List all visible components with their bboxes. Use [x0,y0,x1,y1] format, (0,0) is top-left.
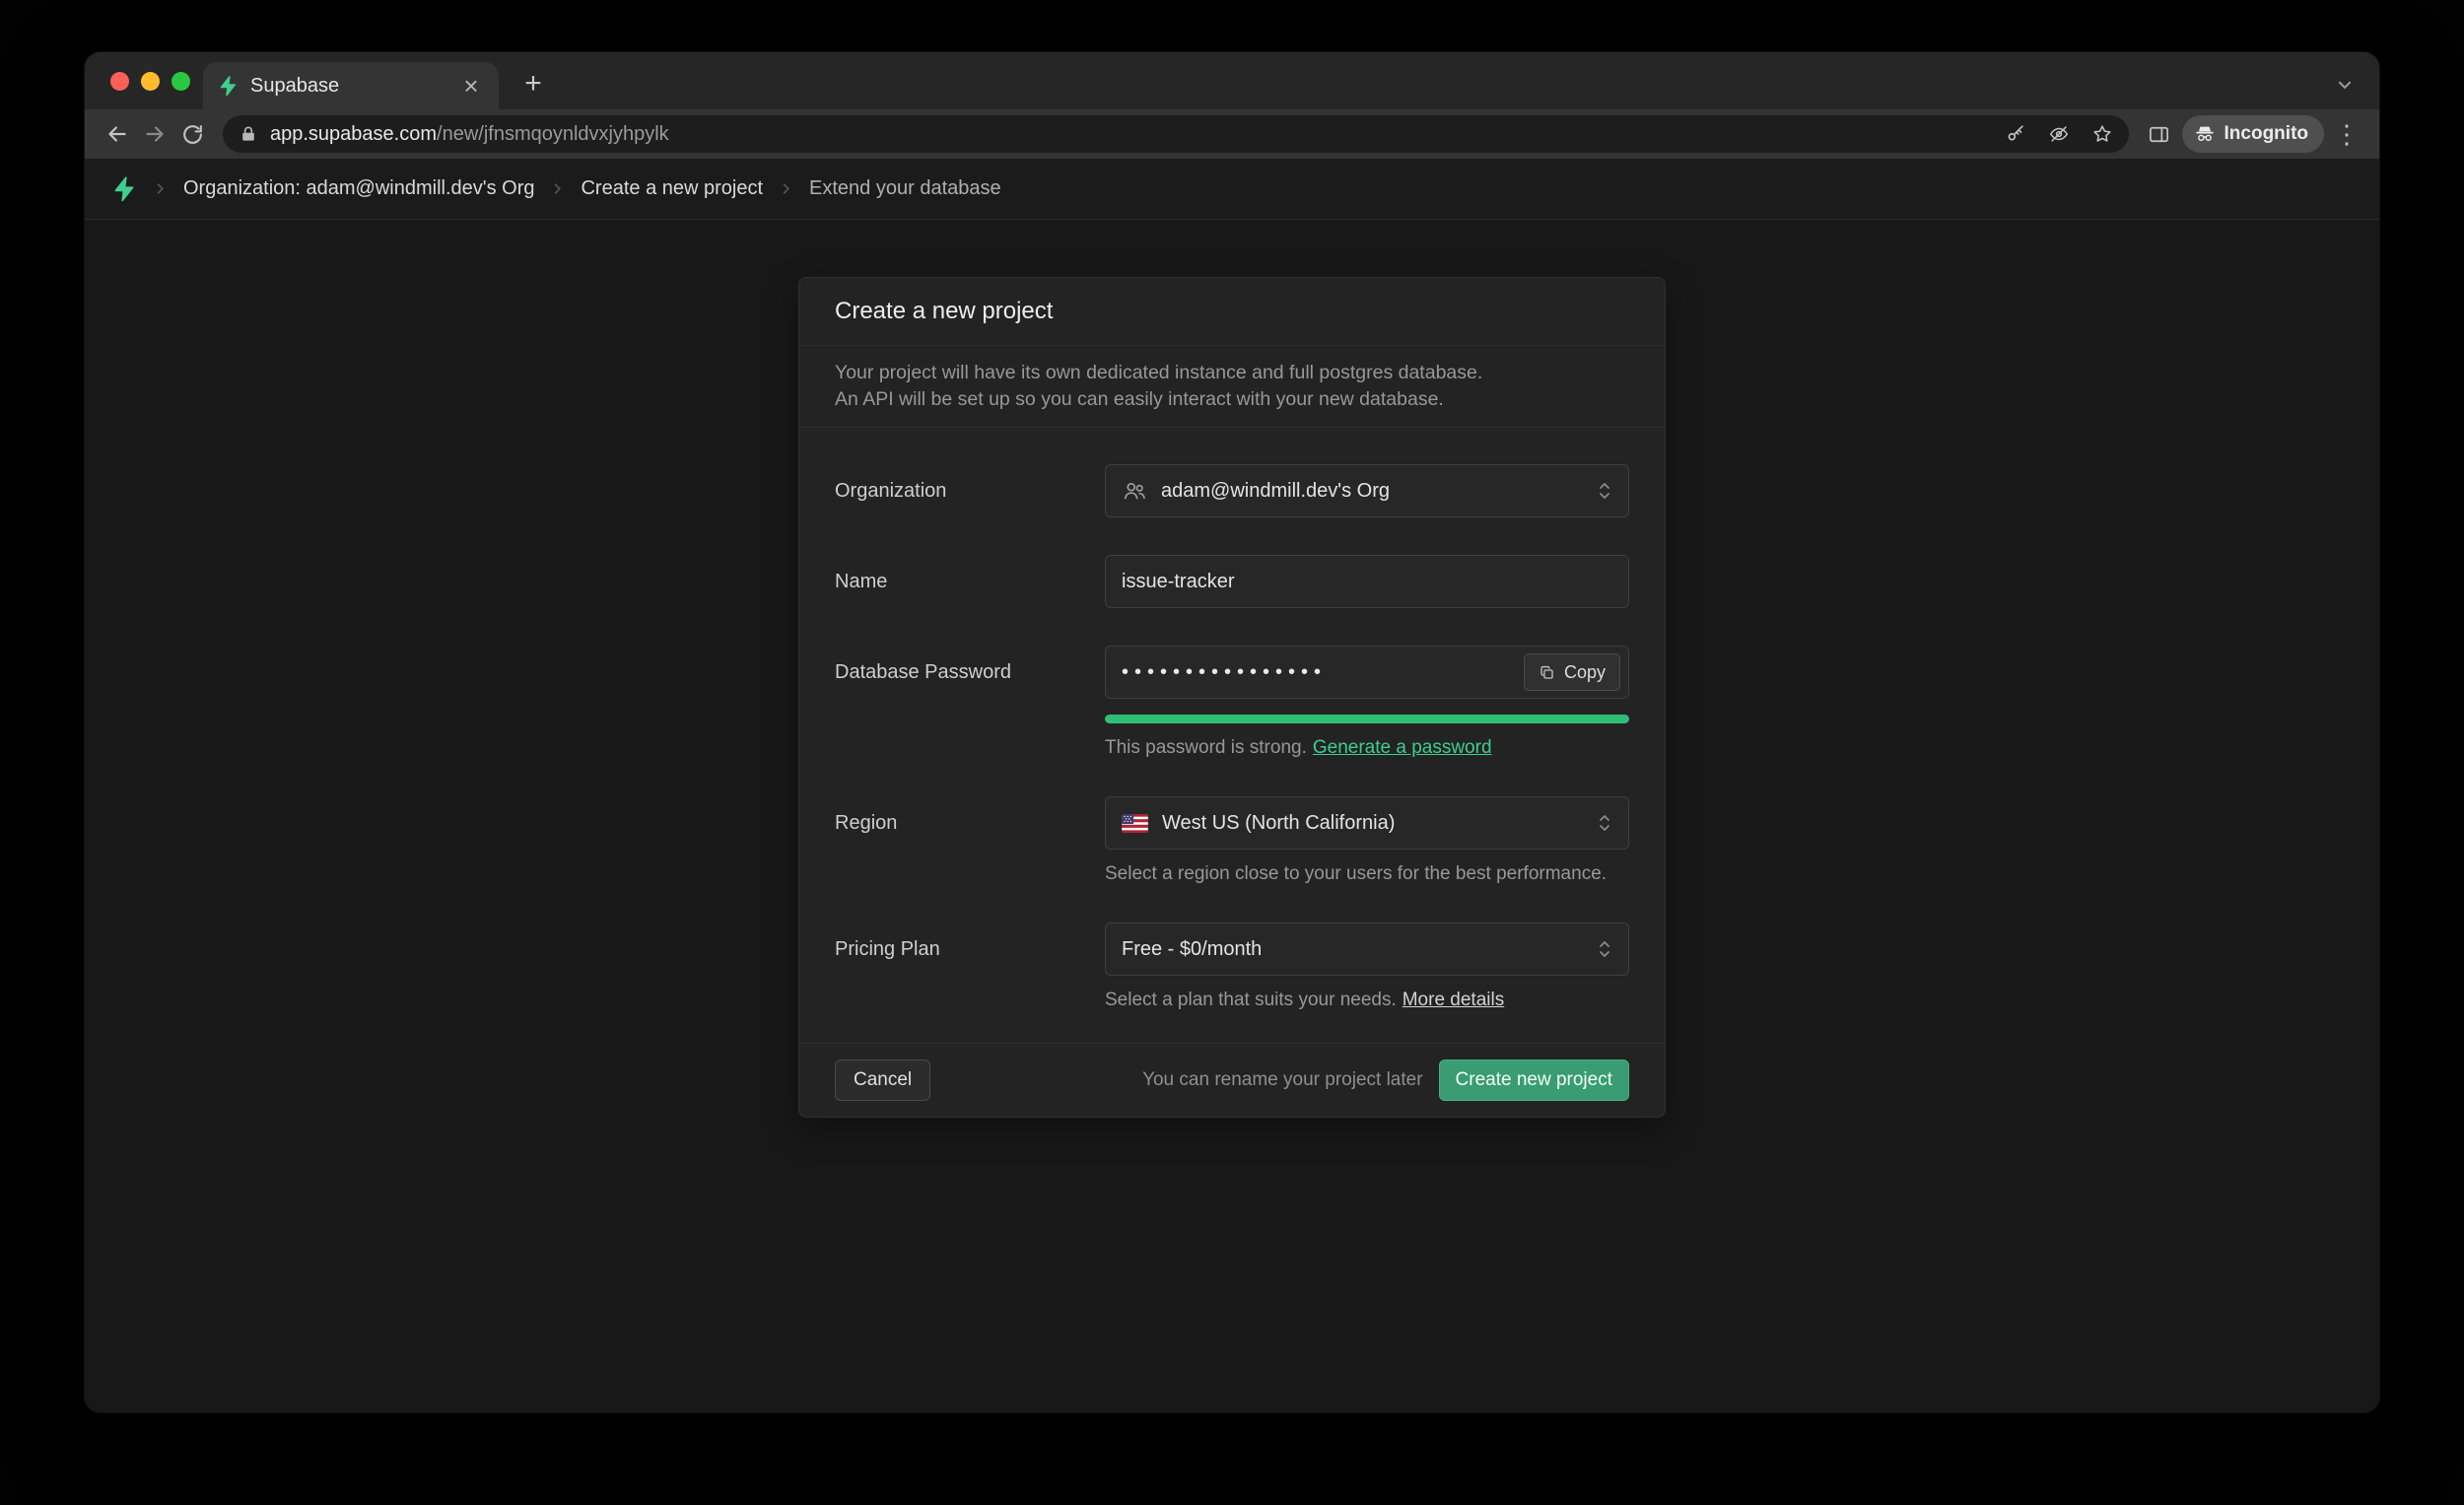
name-row: Name [835,555,1629,608]
incognito-label: Incognito [2224,123,2308,145]
organization-label: Organization [835,464,1105,517]
copy-icon [1539,664,1555,681]
url-text: app.supabase.com/new/jfnsmqoynldvxjyhpyl… [270,123,1997,146]
description-line-2: An API will be set up so you can easily … [835,386,1629,413]
more-details-link[interactable]: More details [1403,990,1505,1010]
select-chevrons-icon [1597,937,1612,961]
window-controls [110,52,190,109]
incognito-icon [2194,123,2216,145]
tab-title: Supabase [250,75,445,98]
supabase-favicon-icon [217,75,239,97]
breadcrumb-item-create-project[interactable]: Create a new project [581,177,763,200]
pricing-row: Pricing Plan Free - $0/month Select a pl… [835,923,1629,1011]
zoom-window-button[interactable] [171,72,190,91]
new-tab-button[interactable]: + [516,67,550,101]
project-form: Organization adam@windmill.dev's Org [799,428,1665,1011]
close-window-button[interactable] [110,72,129,91]
region-helper-text: Select a region close to your users for … [1105,863,1629,885]
region-label: Region [835,796,1105,885]
browser-menu-button[interactable]: ⋮ [2328,115,2365,153]
tab-strip: Supabase × + [85,52,2379,109]
card-footer: Cancel You can rename your project later… [799,1043,1665,1117]
browser-window: Supabase × + [85,52,2379,1412]
rename-note: You can rename your project later [1142,1069,1422,1091]
password-row: Database Password [835,646,1629,759]
pricing-value: Free - $0/month [1122,938,1587,961]
omnibox-actions [1997,115,2121,153]
create-new-project-button[interactable]: Create new project [1439,1060,1629,1101]
pricing-helper-text: Select a plan that suits your needs. More… [1105,990,1629,1011]
strength-message: This password is strong. [1105,737,1307,758]
organization-value: adam@windmill.dev's Org [1161,480,1587,503]
bookmark-star-icon[interactable] [2084,115,2121,153]
copy-button-label: Copy [1564,662,1606,683]
breadcrumb-chevron-icon [153,181,168,196]
supabase-logo-icon[interactable] [110,175,137,202]
cancel-button[interactable]: Cancel [835,1060,930,1101]
browser-toolbar: app.supabase.com/new/jfnsmqoynldvxjyhpyl… [85,109,2379,159]
eye-off-icon[interactable] [2040,115,2078,153]
organization-people-icon [1122,478,1147,504]
breadcrumb-chevron-icon [779,181,793,196]
project-name-input[interactable] [1105,555,1629,608]
name-label: Name [835,555,1105,608]
url-host: app.supabase.com [270,123,437,145]
region-select[interactable]: West US (North California) [1105,796,1629,850]
card-header: Create a new project [799,278,1665,346]
back-button[interactable] [99,115,136,153]
pricing-label: Pricing Plan [835,923,1105,1011]
password-strength-text: This password is strong. Generate a passw… [1105,737,1629,759]
pricing-select[interactable]: Free - $0/month [1105,923,1629,976]
breadcrumb-item-organization[interactable]: Organization: adam@windmill.dev's Org [183,177,534,200]
browser-tab-supabase[interactable]: Supabase × [203,62,499,109]
password-strength-bar [1105,715,1629,723]
tab-search-chevron-icon[interactable] [2336,76,2354,94]
page-title: Create a new project [835,298,1629,325]
us-flag-icon [1122,814,1148,833]
lock-icon[interactable] [239,124,258,144]
url-path: /new/jfnsmqoynldvxjyhpylk [437,123,669,145]
region-row: Region [835,796,1629,885]
breadcrumb: Organization: adam@windmill.dev's Org Cr… [85,159,2379,220]
select-chevrons-icon [1597,479,1612,503]
forward-button[interactable] [136,115,173,153]
organization-select[interactable]: adam@windmill.dev's Org [1105,464,1629,517]
reload-button[interactable] [173,115,211,153]
minimize-window-button[interactable] [141,72,160,91]
password-key-icon[interactable] [1997,115,2034,153]
card-description: Your project will have its own dedicated… [799,346,1665,428]
region-value: West US (North California) [1162,812,1587,835]
organization-row: Organization adam@windmill.dev's Org [835,464,1629,517]
description-line-1: Your project will have its own dedicated… [835,360,1629,386]
select-chevrons-icon [1597,811,1612,835]
copy-password-button[interactable]: Copy [1524,653,1620,691]
create-project-card: Create a new project Your project will h… [798,277,1666,1118]
side-panel-button[interactable] [2141,115,2178,153]
breadcrumb-item-extend-database[interactable]: Extend your database [809,177,1001,200]
incognito-badge[interactable]: Incognito [2182,115,2324,153]
close-tab-icon[interactable]: × [457,72,485,100]
pricing-helper-message: Select a plan that suits your needs. [1105,990,1397,1010]
password-label: Database Password [835,646,1105,759]
generate-password-link[interactable]: Generate a password [1313,737,1492,758]
omnibox[interactable]: app.supabase.com/new/jfnsmqoynldvxjyhpyl… [223,115,2129,153]
breadcrumb-chevron-icon [550,181,565,196]
page-body: Create a new project Your project will h… [85,220,2379,1412]
